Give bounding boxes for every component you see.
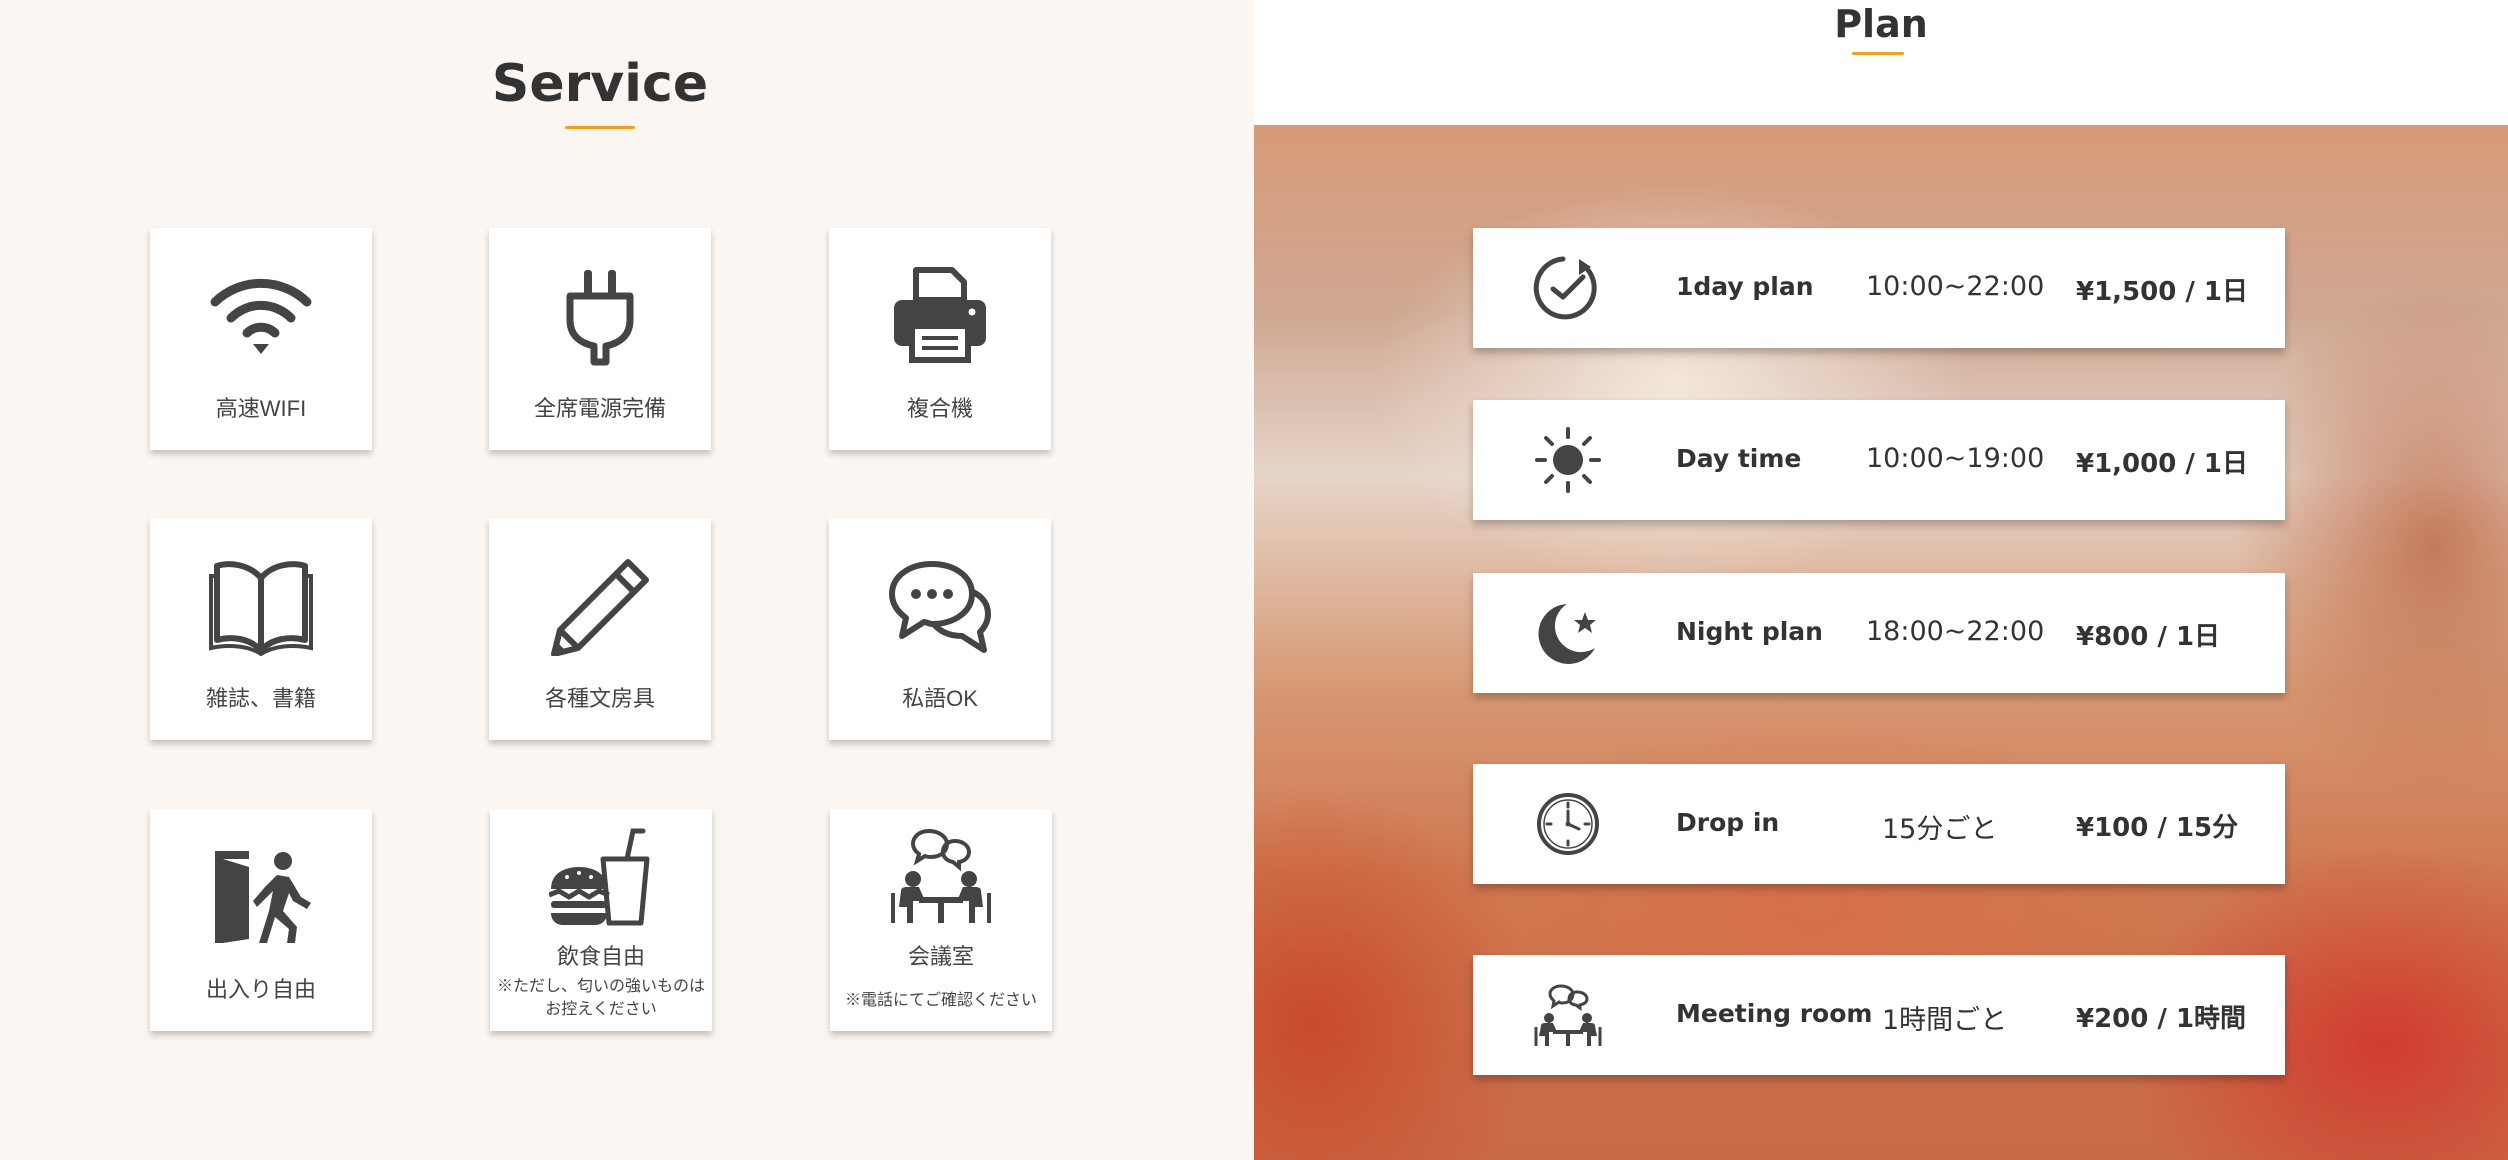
service-label: 出入り自由 <box>205 977 316 1002</box>
plan-card-daytime: Day time 10:00~19:00 ¥1,000 / 1日 <box>1473 400 2285 520</box>
plan-time: 1時間ごと <box>1882 1005 2008 1036</box>
plan-price: ¥800 / 1日 <box>2076 622 2221 652</box>
plan-time: 10:00~19:00 <box>1866 443 2045 474</box>
service-label: 雑誌、書籍 <box>205 686 316 711</box>
sun-icon <box>1535 427 1601 493</box>
service-card-wifi: 高速WIFI <box>150 228 372 450</box>
printer-icon <box>829 266 1051 366</box>
clock-icon <box>1537 793 1599 855</box>
clock-check-icon <box>1533 256 1597 320</box>
service-card-meeting: 会議室 ※電話にてご確認ください <box>830 809 1052 1031</box>
service-card-power: 全席電源完備 <box>489 228 711 450</box>
service-label: 飲食自由 <box>556 944 645 969</box>
plan-price: ¥200 / 1時間 <box>2076 1004 2247 1034</box>
plan-name: Night plan <box>1676 617 1823 646</box>
plan-time: 18:00~22:00 <box>1866 616 2045 647</box>
service-label: 全席電源完備 <box>533 396 666 421</box>
meeting-icon <box>1534 984 1602 1046</box>
plan-name: Meeting room <box>1676 999 1873 1028</box>
service-card-entry: 出入り自由 <box>150 809 372 1031</box>
plan-card-night: Night plan 18:00~22:00 ¥800 / 1日 <box>1473 573 2285 693</box>
service-note-line: ※電話にてご確認ください <box>844 992 1037 1009</box>
plan-card-dropin: Drop in 15分ごと ¥100 / 15分 <box>1473 764 2285 884</box>
service-title-underline <box>565 126 635 129</box>
plug-icon <box>489 266 711 366</box>
service-note: ※ただし、匂いの強いものは お控えください <box>496 975 706 1021</box>
plan-price: ¥100 / 15分 <box>2076 813 2239 843</box>
chat-bubbles-icon <box>829 556 1051 656</box>
service-label: 各種文房具 <box>544 686 655 711</box>
service-note-line: お控えください <box>545 1001 657 1018</box>
plan-time: 10:00~22:00 <box>1866 271 2045 302</box>
plan-name: 1day plan <box>1676 272 1814 301</box>
book-icon <box>150 556 372 656</box>
service-card-food: 飲食自由 ※ただし、匂いの強いものは お控えください <box>490 809 712 1031</box>
service-label: 複合機 <box>906 396 973 421</box>
service-note: ※電話にてご確認ください <box>836 989 1046 1012</box>
plan-section: Plan 1day plan 10:00~22:00 ¥1,500 / 1日 D… <box>1254 0 2508 1160</box>
meeting-icon <box>830 827 1052 927</box>
service-section: Service 高速WIFI 全席電源完備 複合機 雑誌、書籍 各種文房具 私語… <box>0 0 1254 1160</box>
plan-name: Day time <box>1676 444 1802 473</box>
service-card-talk: 私語OK <box>829 518 1051 740</box>
service-label: 会議室 <box>907 944 974 969</box>
plan-card-meeting-room: Meeting room 1時間ごと ¥200 / 1時間 <box>1473 955 2285 1075</box>
plan-title: Plan <box>1834 2 1928 46</box>
service-card-stationery: 各種文房具 <box>489 518 711 740</box>
service-label: 高速WIFI <box>215 396 307 421</box>
plan-price: ¥1,000 / 1日 <box>2076 449 2249 479</box>
moon-star-icon <box>1538 604 1596 664</box>
service-label: 私語OK <box>902 686 978 711</box>
wifi-icon <box>150 266 372 366</box>
burger-drink-icon <box>490 827 712 927</box>
plan-card-1day: 1day plan 10:00~22:00 ¥1,500 / 1日 <box>1473 228 2285 348</box>
plan-time: 15分ごと <box>1882 814 1998 845</box>
plan-title-underline <box>1852 52 1904 55</box>
pencil-icon <box>489 556 711 656</box>
service-title: Service <box>491 54 709 114</box>
plan-price: ¥1,500 / 1日 <box>2076 277 2249 307</box>
service-note-line: ※ただし、匂いの強いものは <box>496 978 705 995</box>
plan-name: Drop in <box>1676 808 1780 837</box>
exit-door-icon <box>150 847 372 947</box>
service-card-printer: 複合機 <box>829 228 1051 450</box>
service-card-books: 雑誌、書籍 <box>150 518 372 740</box>
